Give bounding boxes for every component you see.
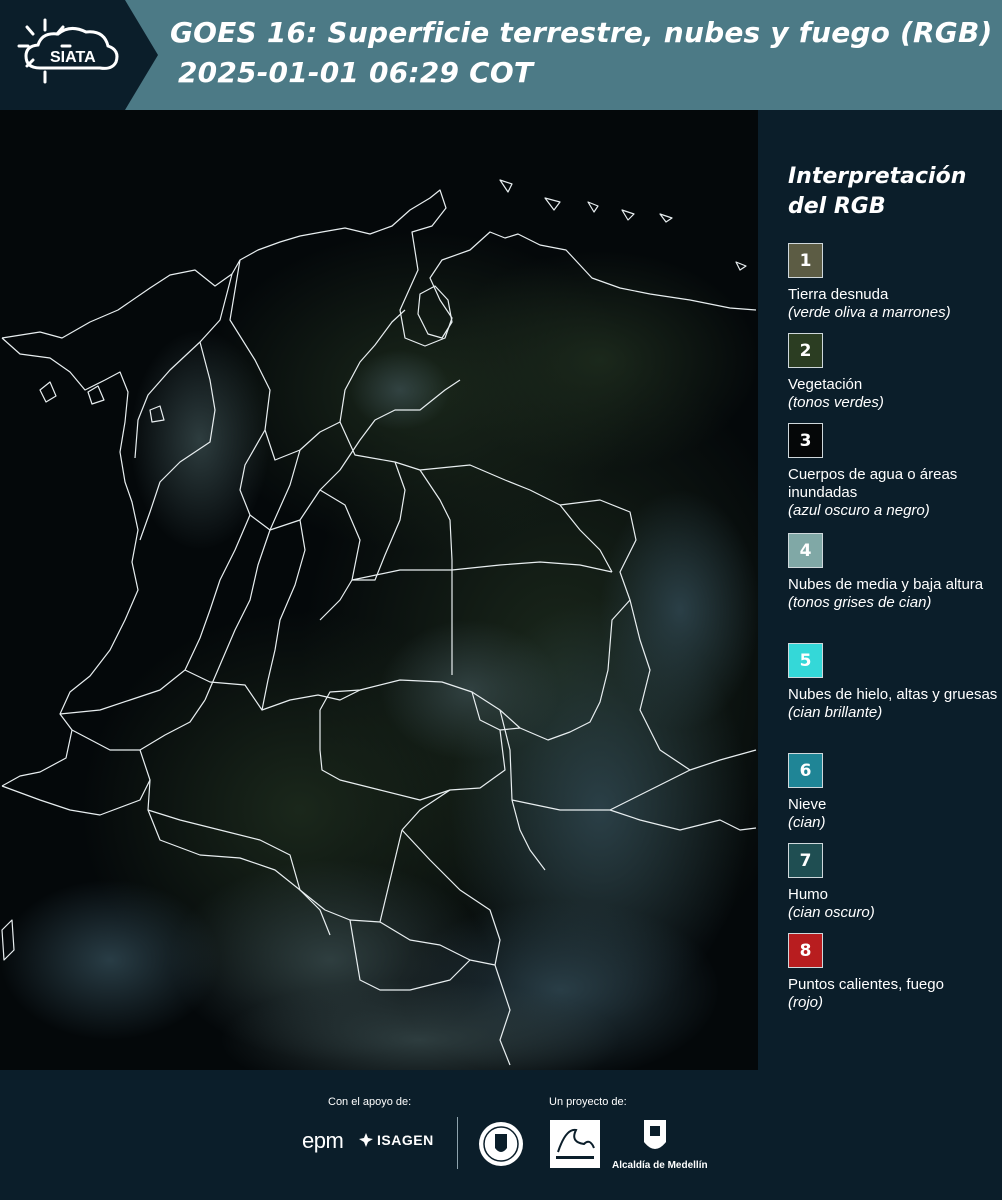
footer-sponsors: Con el apoyo de: Un proyecto de: epm ISA… <box>0 1070 1002 1200</box>
legend-panel: Interpretación del RGB 1 Tierra desnuda … <box>758 110 1002 1070</box>
legend-item-low-clouds: 4 Nubes de media y baja altura (tonos gr… <box>788 533 1000 612</box>
legend-item-smoke: 7 Humo (cian oscuro) <box>788 843 1000 922</box>
page-title: GOES 16: Superficie terrestre, nubes y f… <box>170 16 993 49</box>
legend-label-2: Vegetación <box>788 376 863 393</box>
legend-label-6: Nieve <box>788 796 827 813</box>
legend-title: Interpretación del RGB <box>788 164 967 219</box>
alcaldia-shield-icon <box>644 1120 666 1149</box>
siata-logo: SIATA <box>0 0 160 110</box>
footer-divider <box>457 1117 458 1169</box>
legend-desc-2: (tonos verdes) <box>788 394 884 411</box>
support-caption: Con el apoyo de: <box>328 1096 412 1108</box>
legend-desc-5: (cian brillante) <box>788 704 883 721</box>
legend-item-vegetation: 2 Vegetación (tonos verdes) <box>788 333 1000 412</box>
legend-swatch-6: 6 <box>788 753 823 788</box>
legend-swatch-3: 3 <box>788 423 823 458</box>
legend-item-snow: 6 Nieve (cian) <box>788 753 1000 832</box>
legend-swatch-7: 7 <box>788 843 823 878</box>
legend-swatch-2: 2 <box>788 333 823 368</box>
legend-label-1: Tierra desnuda <box>788 286 889 303</box>
legend-item-bare-soil: 1 Tierra desnuda (verde oliva a marrones… <box>788 243 1000 322</box>
legend-swatch-8: 8 <box>788 933 823 968</box>
isagen-label: ISAGEN <box>377 1132 434 1148</box>
legend-swatch-4: 4 <box>788 533 823 568</box>
legend-desc-7: (cian oscuro) <box>788 904 875 921</box>
siata-logo-text: SIATA <box>50 49 96 66</box>
header-bar: SIATA GOES 16: Superficie terrestre, nub… <box>0 0 1002 110</box>
legend-desc-6: (cian) <box>788 814 826 831</box>
isagen-logo: ISAGEN <box>358 1132 434 1148</box>
legend-swatch-1: 1 <box>788 243 823 278</box>
area-metropolitana-logo <box>550 1120 600 1168</box>
page-timestamp: 2025-01-01 06:29 COT <box>178 56 534 89</box>
legend-label-7: Humo <box>788 886 829 903</box>
legend-item-fire: 8 Puntos calientes, fuego (rojo) <box>788 933 1000 1012</box>
legend-desc-3: (azul oscuro a negro) <box>788 502 930 519</box>
legend-item-ice-clouds: 5 Nubes de hielo, altas y gruesas (cian … <box>788 643 1000 722</box>
legend-label-8: Puntos calientes, fuego <box>788 976 944 993</box>
university-seal-icon <box>479 1122 523 1166</box>
legend-label-5: Nubes de hielo, altas y gruesas <box>788 686 998 703</box>
legend-item-water: 3 Cuerpos de agua o áreas inundadas (azu… <box>788 423 1000 520</box>
legend-label-4: Nubes de media y baja altura <box>788 576 984 593</box>
alcaldia-label: Alcaldía de Medellín <box>612 1160 708 1171</box>
isagen-icon <box>359 1133 373 1147</box>
epm-logo: epm <box>302 1128 344 1153</box>
legend-desc-1: (verde oliva a marrones) <box>788 304 951 321</box>
legend-desc-4: (tonos grises de cian) <box>788 594 932 611</box>
satellite-map <box>0 110 758 1070</box>
project-caption: Un proyecto de: <box>549 1096 627 1108</box>
legend-swatch-5: 5 <box>788 643 823 678</box>
legend-label-3: Cuerpos de agua o áreas inundadas <box>788 466 958 501</box>
legend-desc-8: (rojo) <box>788 994 824 1011</box>
